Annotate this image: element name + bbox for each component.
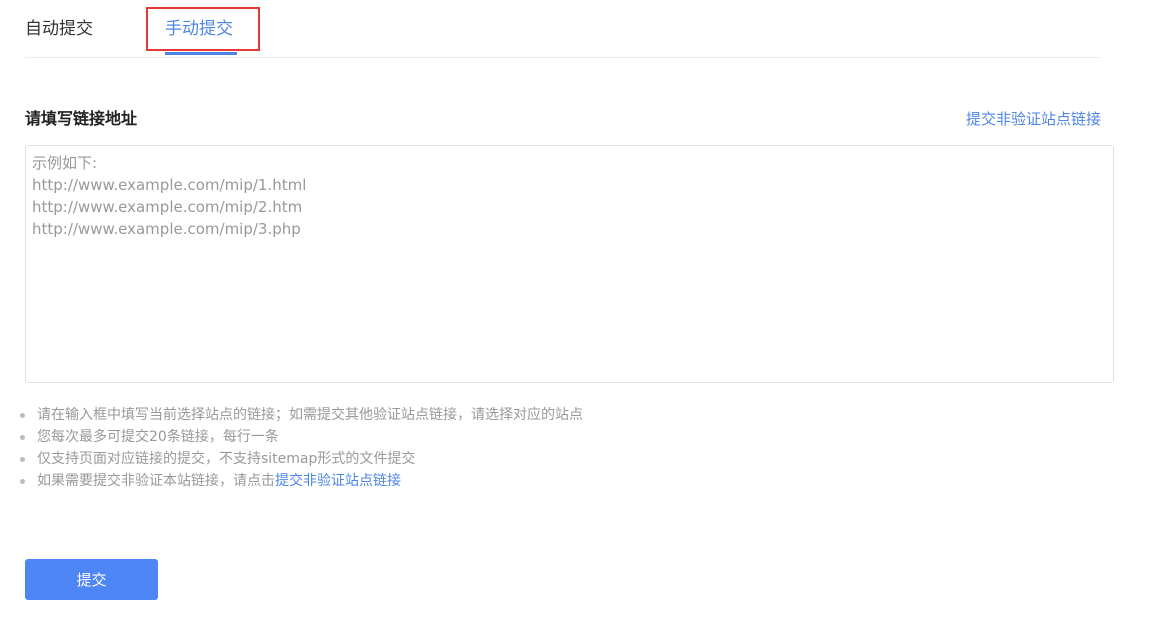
active-tab-indicator <box>165 52 237 55</box>
form-title: 请填写链接地址 <box>25 109 138 128</box>
tip-text: 您每次最多可提交20条链接，每行一条 <box>37 429 279 445</box>
tip-text: 仅支持页面对应链接的提交，不支持sitemap形式的文件提交 <box>37 451 416 467</box>
url-textarea[interactable] <box>25 145 1114 383</box>
tip-item: 仅支持页面对应链接的提交，不支持sitemap形式的文件提交 <box>20 448 583 470</box>
manual-submit-page: 自动提交 手动提交 请填写链接地址 提交非验证站点链接 请在输入框中填写当前选择… <box>0 0 1152 619</box>
submit-nonverified-link[interactable]: 提交非验证站点链接 <box>966 109 1101 129</box>
tip-item: 请在输入框中填写当前选择站点的链接；如需提交其他验证站点链接，请选择对应的站点 <box>20 404 583 426</box>
tab-auto-submit[interactable]: 自动提交 <box>25 17 93 41</box>
bullet-dot <box>20 435 25 440</box>
tip-item: 您每次最多可提交20条链接，每行一条 <box>20 426 583 448</box>
tab-highlight-box <box>146 7 260 51</box>
tip-item: 如果需要提交非验证本站链接，请点击提交非验证站点链接 <box>20 470 583 492</box>
bullet-dot <box>20 479 25 484</box>
tips-list: 请在输入框中填写当前选择站点的链接；如需提交其他验证站点链接，请选择对应的站点 … <box>20 404 583 492</box>
tip-text: 请在输入框中填写当前选择站点的链接；如需提交其他验证站点链接，请选择对应的站点 <box>37 407 583 423</box>
bullet-dot <box>20 457 25 462</box>
bullet-dot <box>20 413 25 418</box>
tip-text: 如果需要提交非验证本站链接，请点击 <box>37 473 275 489</box>
tip-nonverified-link[interactable]: 提交非验证站点链接 <box>275 473 401 489</box>
submit-button[interactable]: 提交 <box>25 559 158 600</box>
